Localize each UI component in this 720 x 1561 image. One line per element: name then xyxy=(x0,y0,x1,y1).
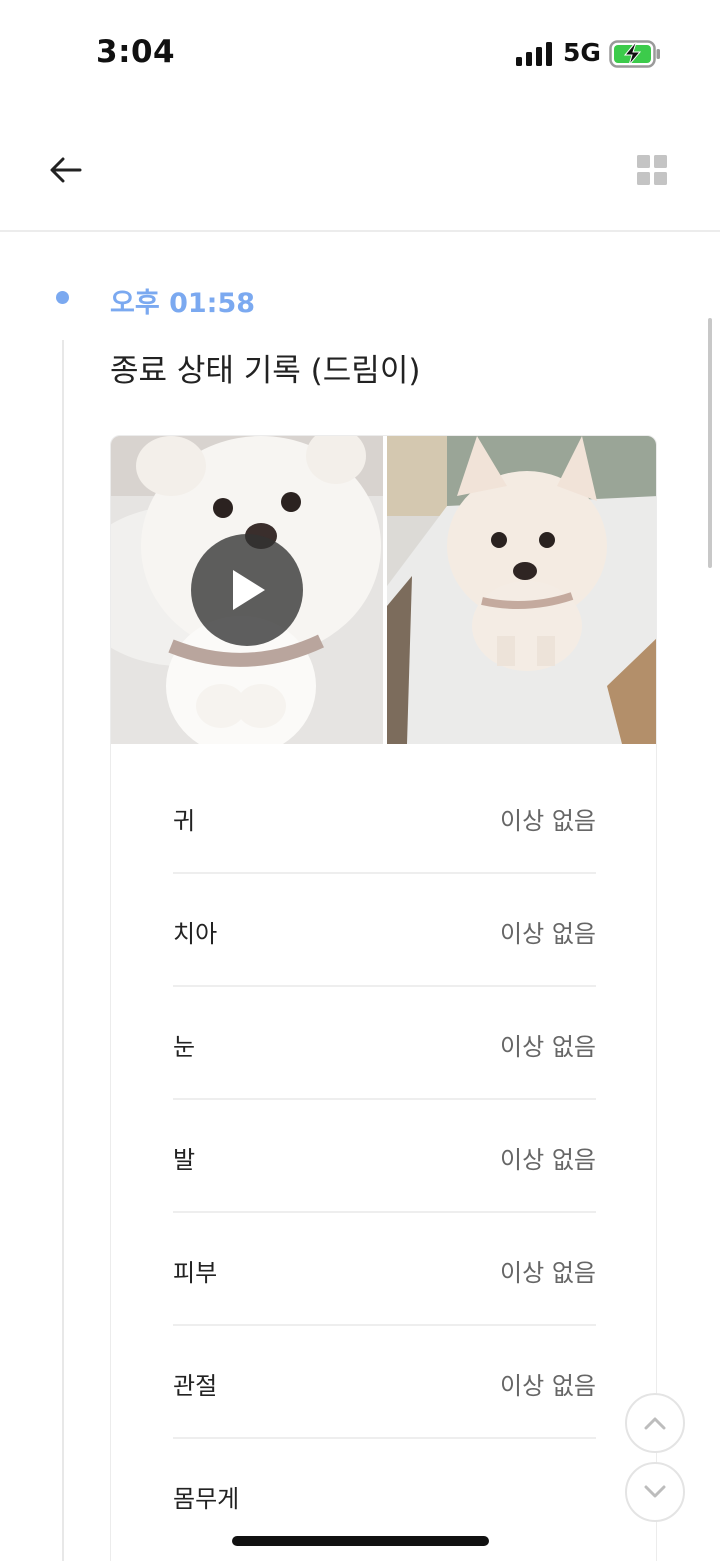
check-row-skin: 피부 이상 없음 xyxy=(173,1213,596,1326)
screen: 3:04 5G 오후 01:58 종료 상태 기록 (드림이) 귀 이상 없음 … xyxy=(0,0,720,1561)
check-label: 관절 xyxy=(173,1372,218,1400)
status-time: 3:04 xyxy=(96,34,176,70)
home-indicator xyxy=(232,1536,489,1546)
check-value: 이상 없음 xyxy=(500,920,596,948)
check-label: 몸무게 xyxy=(173,1485,240,1513)
timeline-dot xyxy=(56,291,69,304)
back-button[interactable] xyxy=(40,144,92,196)
battery-charging-icon xyxy=(609,40,660,68)
check-value: 이상 없음 xyxy=(500,1033,596,1061)
check-value: 이상 없음 xyxy=(500,1372,596,1400)
check-label: 발 xyxy=(173,1146,196,1174)
check-value: 이상 없음 xyxy=(500,1259,596,1287)
play-button[interactable] xyxy=(191,534,303,646)
entry-time: 오후 01:58 xyxy=(110,288,256,319)
check-label: 피부 xyxy=(173,1259,218,1287)
check-value: 이상 없음 xyxy=(500,1146,596,1174)
check-row-teeth: 치아 이상 없음 xyxy=(173,874,596,987)
check-label: 귀 xyxy=(173,807,196,835)
nav-bar xyxy=(0,108,720,232)
check-label: 눈 xyxy=(173,1033,196,1061)
check-row-ear: 귀 이상 없음 xyxy=(173,761,596,874)
photo-thumbnail[interactable] xyxy=(386,436,656,744)
scrollbar-thumb[interactable] xyxy=(708,318,712,568)
check-row-paws: 발 이상 없음 xyxy=(173,1100,596,1213)
record-card: 귀 이상 없음 치아 이상 없음 눈 이상 없음 발 이상 없음 피부 이상 없… xyxy=(110,435,657,1561)
check-row-eyes: 눈 이상 없음 xyxy=(173,987,596,1100)
scroll-down-button[interactable] xyxy=(625,1462,685,1522)
scroll-up-button[interactable] xyxy=(625,1393,685,1453)
check-label: 치아 xyxy=(173,920,218,948)
check-value: 이상 없음 xyxy=(500,807,596,835)
chevron-up-icon xyxy=(644,1417,666,1430)
chevron-down-icon xyxy=(644,1485,666,1498)
arrow-left-icon xyxy=(50,157,82,183)
signal-icon xyxy=(516,42,552,66)
network-label: 5G xyxy=(563,38,601,67)
grid-view-button[interactable] xyxy=(628,144,676,196)
entry-title: 종료 상태 기록 (드림이) xyxy=(110,353,421,389)
dog-photo-image xyxy=(386,436,656,744)
grid-icon xyxy=(637,155,667,185)
video-thumbnail[interactable] xyxy=(111,436,383,744)
media-row xyxy=(111,436,656,744)
timeline-line xyxy=(62,340,64,1561)
check-row-joints: 관절 이상 없음 xyxy=(173,1326,596,1439)
status-bar: 3:04 5G xyxy=(0,0,720,100)
check-list: 귀 이상 없음 치아 이상 없음 눈 이상 없음 발 이상 없음 피부 이상 없… xyxy=(173,761,596,1552)
play-icon xyxy=(233,570,265,610)
